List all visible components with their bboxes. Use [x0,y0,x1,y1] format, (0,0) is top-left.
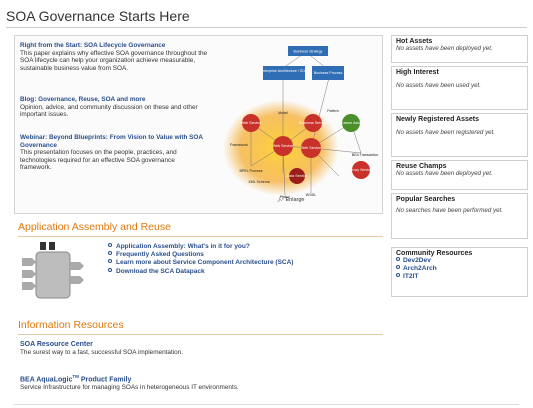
assembly-section-rule [18,236,383,237]
promo-webinar-text: This presentation focuses on the people,… [20,149,177,172]
resources-section-rule [18,334,383,335]
promo-blog-text: Opinion, advice, and community discussio… [20,103,198,119]
sidebox-high-interest-title: High Interest [396,69,439,76]
node-xml-schema-label: XML Schema [248,180,269,184]
governance-diagram[interactable]: Business Strategy Enterprise Architectur… [211,38,381,213]
node-business-service-label: Business Service [299,121,327,125]
assembly-section-title: Application Assembly and Reuse [18,221,171,233]
sidebox-hot-assets-text: No assets have been deployed yet. [396,45,493,52]
box-business-strategy-label: Business Strategy [294,50,323,54]
sidebox-popular-searches-text: No searches have been performed yet. [396,207,503,214]
node-wsdl-label: WSDL [306,193,316,197]
bottom-divider [14,404,519,405]
assembly-link-faq[interactable]: Frequently Asked Questions [108,251,293,259]
node-web-service-right-label: Web Service [301,146,321,150]
node-pattern-label: Pattern [327,109,339,113]
sidebox-community: Community Resources Dev2Dev Arch2Arch IT… [391,247,528,297]
resources-section-title: Information Resources [18,319,124,331]
sidebox-newly-registered-title: Newly Registered Assets [396,116,479,123]
resource-aqualogic-link[interactable]: BEA AquaLogicTM Product Family [20,373,239,384]
sidebox-newly-registered-text: No assets have been registered yet. [396,129,496,136]
feature-panel: Right from the Start: SOA Lifecycle Gove… [14,35,383,214]
sidebox-community-title: Community Resources [396,250,473,257]
community-link-dev2dev[interactable]: Dev2Dev [396,257,523,265]
enlarge-link[interactable]: 🔎︎ Enlarge [277,197,304,203]
resource-aqualogic-text: Service Infrastructure for managing SOAs… [20,384,239,392]
promo-blog: Blog: Governance, Reuse, SOA and more Op… [20,96,208,119]
resource-aqualogic: BEA AquaLogicTM Product Family Service I… [20,373,239,392]
enlarge-label: Enlarge [285,197,305,203]
component-body [35,251,71,299]
promo-blog-link[interactable]: Blog: Governance, Reuse, SOA and more [20,96,208,104]
community-links: Dev2Dev Arch2Arch IT2IT [396,257,523,281]
sidebox-high-interest: High Interest No assets have been used y… [391,66,528,110]
sidebox-reuse-champs: Reuse Champs No assets have been deploye… [391,160,528,190]
promo-webinar: Webinar: Beyond Blueprints: From Vision … [20,134,208,172]
arrow-left-bot [22,282,36,290]
arrow-right-bot [70,276,84,284]
sidebox-hot-assets: Hot Assets No assets have been deployed … [391,35,528,63]
node-bpel-process-label: BPEL Process [239,169,262,173]
resource-soa-center: SOA Resource Center The surest way to a … [20,341,183,357]
arrow-left-mid [22,270,36,278]
title-divider [6,27,527,28]
node-custom-asset-label: Custom Asset [340,121,362,125]
sidebox-hot-assets-title: Hot Assets [396,38,433,45]
sidebox-newly-registered: Newly Registered Assets No assets have b… [391,113,528,157]
resource-soa-center-link[interactable]: SOA Resource Center [20,341,183,349]
assembly-link-datapack[interactable]: Download the SCA Datapack [108,267,293,276]
promo-lifecycle-link[interactable]: Right from the Start: SOA Lifecycle Gove… [20,42,208,50]
node-model-label: Model [278,111,288,115]
sidebox-reuse-champs-title: Reuse Champs [396,163,447,170]
promo-webinar-link[interactable]: Webinar: Beyond Blueprints: From Vision … [20,134,208,149]
node-bea-transaction-label: BEA Transaction [352,153,379,157]
sidebox-high-interest-text: No assets have been used yet. [396,82,481,89]
box-enterprise-architecture-label: Enterprise Architecture / SOA [261,69,309,73]
community-link-arch2arch[interactable]: Arch2Arch [396,265,523,273]
sidebox-reuse-champs-text: No assets have been deployed yet. [396,170,493,177]
arrow-left-top [22,258,36,266]
resource-soa-center-text: The surest way to a fast, successful SOA… [20,349,184,356]
magnifier-icon: 🔎︎ [277,197,284,203]
assembly-link-whats-in-it[interactable]: Application Assembly: What's in it for y… [108,243,293,251]
assembly-link-list: Application Assembly: What's in it for y… [108,243,293,276]
node-data-service-label: Data Service [287,174,308,178]
node-web-service-center-label: Web Service [273,144,293,148]
page-title: SOA Governance Starts Here [6,8,190,24]
box-business-process-label: Business Process [314,71,343,75]
community-link-it2it[interactable]: IT2IT [396,273,523,281]
connector-block-left [40,242,46,250]
connector-block-right [49,242,55,250]
assembly-link-sca[interactable]: Learn more about Service Component Archi… [108,259,293,267]
node-proxy-service-label: Proxy Service [350,168,372,172]
sidebox-popular-searches-title: Popular Searches [396,196,456,203]
node-web-service-left-label: Web Service [241,121,261,125]
assembly-component-graphic [22,240,92,304]
sidebox-popular-searches: Popular Searches No searches have been p… [391,193,528,239]
promo-lifecycle-text: This paper explains why effective SOA go… [20,49,208,72]
arrow-right-top [70,262,84,270]
node-framework-label: Framework [230,143,248,147]
promo-lifecycle: Right from the Start: SOA Lifecycle Gove… [20,42,208,72]
